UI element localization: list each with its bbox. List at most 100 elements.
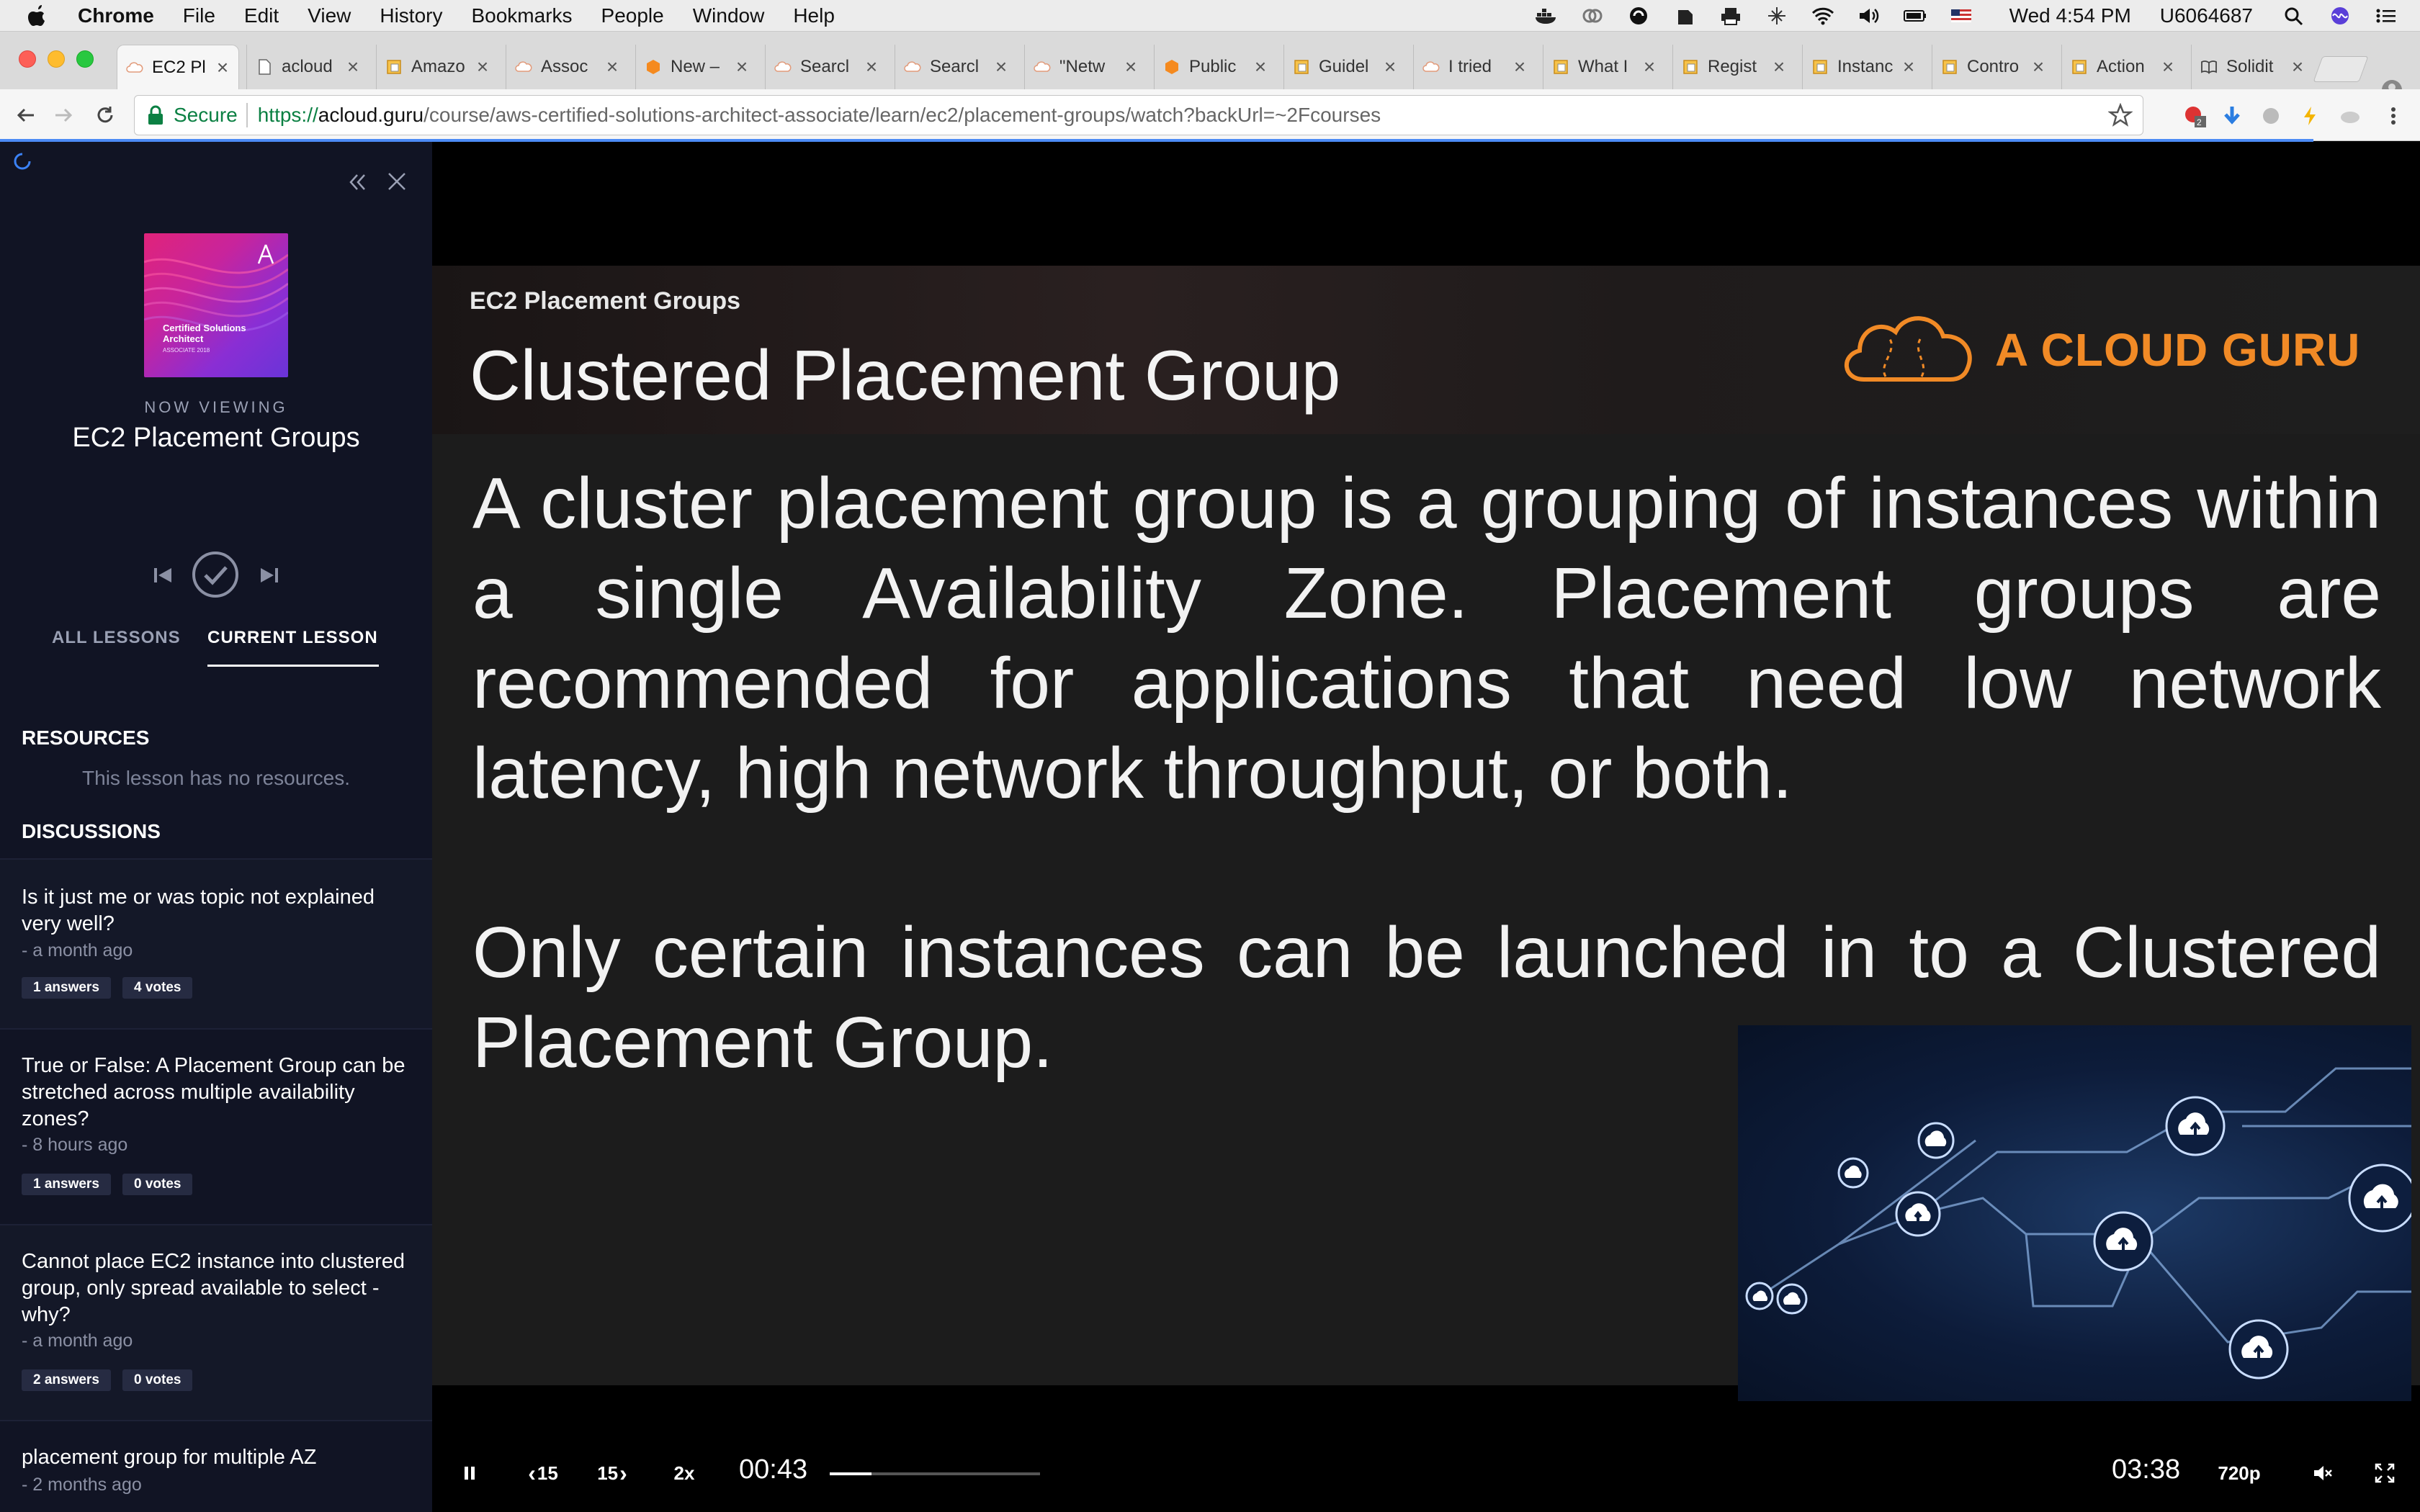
video-player[interactable]: EC2 Placement Groups Clustered Placement… — [432, 142, 2420, 1512]
browser-tab[interactable]: Contro × — [1932, 45, 2054, 89]
menu-edit[interactable]: Edit — [244, 4, 279, 27]
reload-button[interactable] — [89, 99, 121, 131]
browser-tab[interactable]: New – × — [635, 45, 758, 89]
battery-icon[interactable] — [1903, 6, 1927, 26]
download-arrow-icon[interactable] — [2220, 104, 2244, 128]
evernote-icon[interactable] — [1672, 6, 1697, 26]
menu-bookmarks[interactable]: Bookmarks — [471, 4, 572, 27]
sync-icon[interactable] — [1626, 6, 1651, 26]
menu-app-name[interactable]: Chrome — [78, 4, 154, 27]
menubar-user[interactable]: U6064687 — [2160, 4, 2253, 27]
menubar-clock[interactable]: Wed 4:54 PM — [2009, 4, 2131, 27]
browser-tab[interactable]: acloud × — [246, 45, 369, 89]
collapse-sidebar-icon[interactable] — [346, 171, 369, 194]
previous-lesson-icon[interactable] — [151, 564, 174, 587]
tab-close-icon[interactable]: × — [1769, 55, 1789, 78]
tab-close-icon[interactable]: × — [1121, 55, 1141, 78]
tab-close-icon[interactable]: × — [2028, 55, 2048, 78]
fullscreen-button[interactable] — [2372, 1459, 2397, 1488]
discussion-title[interactable]: True or False: A Placement Group can be … — [22, 1053, 411, 1133]
progress-bar[interactable] — [830, 1472, 1040, 1475]
chrome-menu-icon[interactable] — [2381, 104, 2406, 128]
menu-file[interactable]: File — [183, 4, 215, 27]
creative-cloud-icon[interactable] — [1580, 6, 1605, 26]
window-close-button[interactable] — [19, 50, 36, 68]
window-zoom-button[interactable] — [76, 50, 94, 68]
wifi-icon[interactable] — [1811, 6, 1835, 26]
tab-close-icon[interactable]: × — [472, 55, 493, 78]
tab-current-lesson[interactable]: CURRENT LESSON — [207, 628, 378, 648]
browser-tab[interactable]: Public × — [1154, 45, 1276, 89]
network-icon[interactable] — [1765, 6, 1789, 26]
tab-close-icon[interactable]: × — [2287, 55, 2308, 78]
discussion-item[interactable]: Cannot place EC2 instance into clustered… — [0, 1224, 432, 1420]
bookmark-star-icon[interactable] — [2108, 103, 2133, 127]
menu-help[interactable]: Help — [793, 4, 835, 27]
spotlight-search-icon[interactable] — [2282, 6, 2306, 26]
notification-center-icon[interactable] — [2374, 6, 2398, 26]
tab-close-icon[interactable]: × — [861, 55, 882, 78]
pause-button[interactable] — [458, 1459, 481, 1488]
browser-tab[interactable]: EC2 Pl × — [117, 45, 239, 89]
browser-tab[interactable]: Amazo × — [376, 45, 498, 89]
mark-complete-check-icon[interactable] — [192, 551, 239, 598]
tab-close-icon[interactable]: × — [732, 55, 752, 78]
next-lesson-icon[interactable] — [258, 564, 281, 587]
tab-close-icon[interactable]: × — [1510, 55, 1530, 78]
secure-label: Secure — [174, 104, 238, 126]
forward-button[interactable] — [48, 99, 79, 131]
reload-icon — [97, 107, 113, 123]
tab-close-icon[interactable]: × — [2158, 55, 2178, 78]
close-sidebar-icon[interactable] — [386, 171, 408, 192]
extension-bolt-icon[interactable] — [2298, 104, 2322, 128]
forward-15-button[interactable]: 15 › — [592, 1459, 632, 1488]
browser-tab[interactable]: What I × — [1543, 45, 1665, 89]
extension-cloud-icon[interactable] — [2338, 104, 2362, 128]
playback-speed-button[interactable]: 2x — [670, 1459, 699, 1488]
discussion-title[interactable]: placement group for multiple AZ — [22, 1444, 411, 1471]
tab-close-icon[interactable]: × — [1250, 55, 1270, 78]
browser-tab[interactable]: Searcl × — [765, 45, 887, 89]
tab-all-lessons[interactable]: ALL LESSONS — [52, 628, 181, 648]
browser-tab[interactable]: Guidel × — [1283, 45, 1406, 89]
browser-tab[interactable]: I tried × — [1413, 45, 1536, 89]
menu-people[interactable]: People — [601, 4, 664, 27]
window-minimize-button[interactable] — [48, 50, 65, 68]
tab-close-icon[interactable]: × — [602, 55, 622, 78]
address-bar[interactable]: Secure https://acloud.guru/course/aws-ce… — [134, 95, 2143, 135]
browser-tab[interactable]: Action × — [2061, 45, 2184, 89]
tab-close-icon[interactable]: × — [991, 55, 1011, 78]
quality-button[interactable]: 720p — [2215, 1459, 2263, 1488]
tab-close-icon[interactable]: × — [343, 55, 363, 78]
menu-view[interactable]: View — [308, 4, 351, 27]
discussion-item[interactable]: True or False: A Placement Group can be … — [0, 1028, 432, 1224]
browser-tab[interactable]: Solidit × — [2191, 45, 2313, 89]
docker-icon[interactable] — [1534, 6, 1559, 26]
tab-close-icon[interactable]: × — [1899, 55, 1919, 78]
back-button[interactable] — [10, 99, 42, 131]
mute-button[interactable] — [2311, 1459, 2335, 1488]
new-tab-button[interactable] — [2313, 56, 2369, 82]
browser-tab[interactable]: "Netw × — [1024, 45, 1147, 89]
menu-history[interactable]: History — [380, 4, 442, 27]
printer-icon[interactable] — [1718, 6, 1743, 26]
volume-icon[interactable] — [1857, 6, 1881, 26]
tab-close-icon[interactable]: × — [1380, 55, 1400, 78]
siri-icon[interactable] — [2328, 6, 2352, 26]
browser-tab[interactable]: Searcl × — [895, 45, 1017, 89]
discussion-title[interactable]: Is it just me or was topic not explained… — [22, 884, 411, 937]
rewind-15-button[interactable]: ‹ 15 — [523, 1459, 563, 1488]
browser-tab[interactable]: Assoc × — [506, 45, 628, 89]
extension-badge-icon[interactable]: 2 — [2182, 104, 2207, 128]
browser-tab[interactable]: Regist × — [1672, 45, 1795, 89]
extension-circle-icon[interactable] — [2259, 104, 2283, 128]
menu-window[interactable]: Window — [693, 4, 765, 27]
tab-close-icon[interactable]: × — [212, 56, 233, 79]
discussion-title[interactable]: Cannot place EC2 instance into clustered… — [22, 1248, 411, 1328]
discussion-item[interactable]: Is it just me or was topic not explained… — [0, 858, 432, 1028]
tab-close-icon[interactable]: × — [1639, 55, 1659, 78]
apple-icon[interactable] — [26, 4, 49, 28]
discussion-item[interactable]: placement group for multiple AZ - 2 mont… — [0, 1420, 432, 1512]
browser-tab[interactable]: Instanc × — [1802, 45, 1924, 89]
us-flag-icon[interactable] — [1949, 6, 1973, 26]
